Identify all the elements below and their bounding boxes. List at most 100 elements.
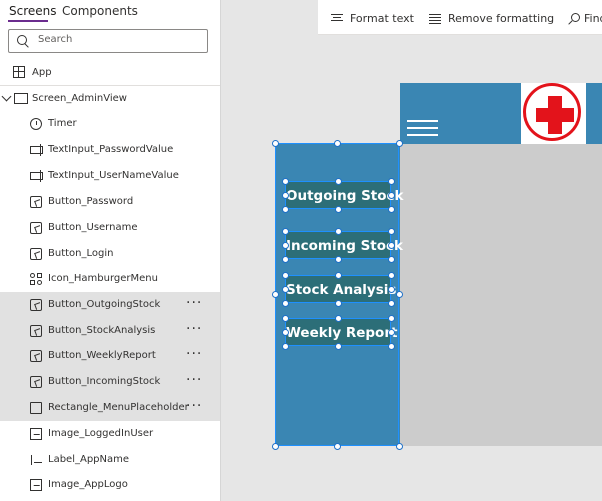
resize-handle[interactable]: [387, 191, 395, 199]
resize-handle[interactable]: [281, 177, 289, 185]
resize-handle[interactable]: [387, 227, 395, 235]
tree-item-label: TextInput_PasswordValue: [48, 144, 174, 155]
resize-handle[interactable]: [387, 255, 395, 263]
outgoing-stock-button[interactable]: Outgoing Stock: [285, 181, 404, 209]
resize-handle[interactable]: [395, 139, 403, 147]
search-input[interactable]: Search: [8, 29, 208, 53]
tree-item-button-password[interactable]: Button_Password: [0, 189, 220, 215]
tree-item-label: Button_Password: [48, 196, 134, 207]
tree-item-timer[interactable]: Timer: [0, 111, 220, 137]
more-options-icon[interactable]: ···: [186, 321, 202, 337]
chevron-down-icon[interactable]: [1, 91, 12, 102]
tree-item-label: Rectangle_MenuPlaceholder: [48, 402, 189, 413]
app-icon: [13, 66, 25, 78]
resize-handle[interactable]: [334, 255, 342, 263]
tree-item-label-appname[interactable]: Label_AppName: [0, 447, 220, 473]
resize-handle[interactable]: [281, 241, 289, 249]
resize-handle[interactable]: [387, 285, 395, 293]
tree-item-button-login[interactable]: Button_Login: [0, 241, 220, 267]
resize-handle[interactable]: [281, 271, 289, 279]
tree-item-button-username[interactable]: Button_Username: [0, 215, 220, 241]
tree-item-button-incomingstock[interactable]: Button_IncomingStock ···: [0, 369, 220, 395]
tree-item-label: Screen_AdminView: [32, 93, 127, 104]
tree-item-app[interactable]: App: [0, 64, 220, 82]
resize-handle[interactable]: [281, 191, 289, 199]
tree-item-button-stockanalysis[interactable]: Button_StockAnalysis ···: [0, 318, 220, 344]
stock-analysis-button[interactable]: Stock Analysis: [285, 275, 396, 303]
resize-handle[interactable]: [281, 342, 289, 350]
resize-handle[interactable]: [333, 442, 341, 450]
tree-item-rectangle-menuplaceholder[interactable]: Rectangle_MenuPlaceholder ···: [0, 395, 220, 421]
resize-handle[interactable]: [395, 291, 403, 298]
resize-handle[interactable]: [281, 255, 289, 263]
resize-handle[interactable]: [334, 177, 342, 185]
tree-item-textinput-password[interactable]: TextInput_PasswordValue: [0, 137, 220, 163]
tree-item-button-weeklyreport[interactable]: Button_WeeklyReport ···: [0, 343, 220, 369]
tree-item-screen[interactable]: Screen_AdminView: [0, 90, 220, 108]
tree-item-label: Button_WeeklyReport: [48, 350, 156, 361]
button-icon: [30, 222, 42, 234]
divider: [0, 85, 220, 86]
hamburger-menu-icon[interactable]: [407, 120, 438, 136]
find-button[interactable]: Find: [584, 12, 602, 25]
resize-handle[interactable]: [387, 314, 395, 322]
active-tab-indicator: [8, 20, 48, 22]
resize-handle[interactable]: [281, 328, 289, 336]
resize-handle[interactable]: [281, 299, 289, 307]
tree-item-label: Button_OutgoingStock: [48, 299, 161, 310]
remove-formatting-button[interactable]: Remove formatting: [448, 12, 554, 25]
tab-screens[interactable]: Screens: [9, 4, 57, 18]
resize-handle[interactable]: [334, 299, 342, 307]
app-logo: [521, 83, 586, 144]
resize-handle[interactable]: [387, 328, 395, 336]
tree-item-label: Button_IncomingStock: [48, 376, 161, 387]
resize-handle[interactable]: [387, 299, 395, 307]
resize-handle[interactable]: [387, 205, 395, 213]
tree-item-label: Image_LoggedInUser: [48, 428, 154, 439]
tree-item-button-outgoingstock[interactable]: Button_OutgoingStock ···: [0, 292, 220, 318]
tree-item-icon-hamburger[interactable]: Icon_HamburgerMenu: [0, 266, 220, 292]
resize-handle[interactable]: [334, 205, 342, 213]
resize-handle[interactable]: [271, 291, 279, 298]
text-input-icon: [30, 170, 43, 182]
resize-handle[interactable]: [333, 139, 341, 147]
resize-handle[interactable]: [281, 285, 289, 293]
more-options-icon[interactable]: ···: [186, 372, 202, 388]
incoming-stock-button[interactable]: Incoming Stock: [285, 231, 403, 259]
resize-handle[interactable]: [387, 271, 395, 279]
button-icon: [30, 376, 42, 388]
resize-handle[interactable]: [387, 241, 395, 249]
resize-handle[interactable]: [387, 177, 395, 185]
resize-handle[interactable]: [281, 314, 289, 322]
format-text-button[interactable]: Format text: [350, 12, 414, 25]
resize-handle[interactable]: [271, 442, 279, 450]
more-options-icon[interactable]: ···: [186, 398, 202, 414]
resize-handle[interactable]: [334, 271, 342, 279]
tree-item-image-loggedinuser[interactable]: Image_LoggedInUser: [0, 421, 220, 447]
more-options-icon[interactable]: ···: [186, 295, 202, 311]
tab-components[interactable]: Components: [62, 4, 138, 18]
resize-handle[interactable]: [281, 227, 289, 235]
tree-item-label: Button_StockAnalysis: [48, 325, 156, 336]
resize-handle[interactable]: [395, 442, 403, 450]
resize-handle[interactable]: [271, 139, 279, 147]
more-options-icon[interactable]: ···: [186, 346, 202, 362]
icons-icon: [30, 273, 42, 285]
content-area: [400, 144, 602, 446]
resize-handle[interactable]: [334, 314, 342, 322]
format-text-icon: [331, 14, 343, 22]
tree-item-label: Button_Username: [48, 222, 138, 233]
resize-handle[interactable]: [334, 227, 342, 235]
tree-view-panel: Screens Components Search App Screen_Adm…: [0, 0, 221, 501]
tree-item-label: Icon_HamburgerMenu: [48, 273, 158, 284]
tree-item-textinput-username[interactable]: TextInput_UserNameValue: [0, 163, 220, 189]
screen-icon: [14, 93, 28, 104]
tree-item-image-applogo[interactable]: Image_AppLogo: [0, 472, 220, 498]
resize-handle[interactable]: [334, 342, 342, 350]
search-placeholder: Search: [38, 34, 73, 45]
image-icon: [30, 428, 42, 440]
weekly-report-button[interactable]: Weekly Report: [285, 318, 397, 346]
resize-handle[interactable]: [281, 205, 289, 213]
resize-handle[interactable]: [387, 342, 395, 350]
button-icon: [30, 248, 42, 260]
